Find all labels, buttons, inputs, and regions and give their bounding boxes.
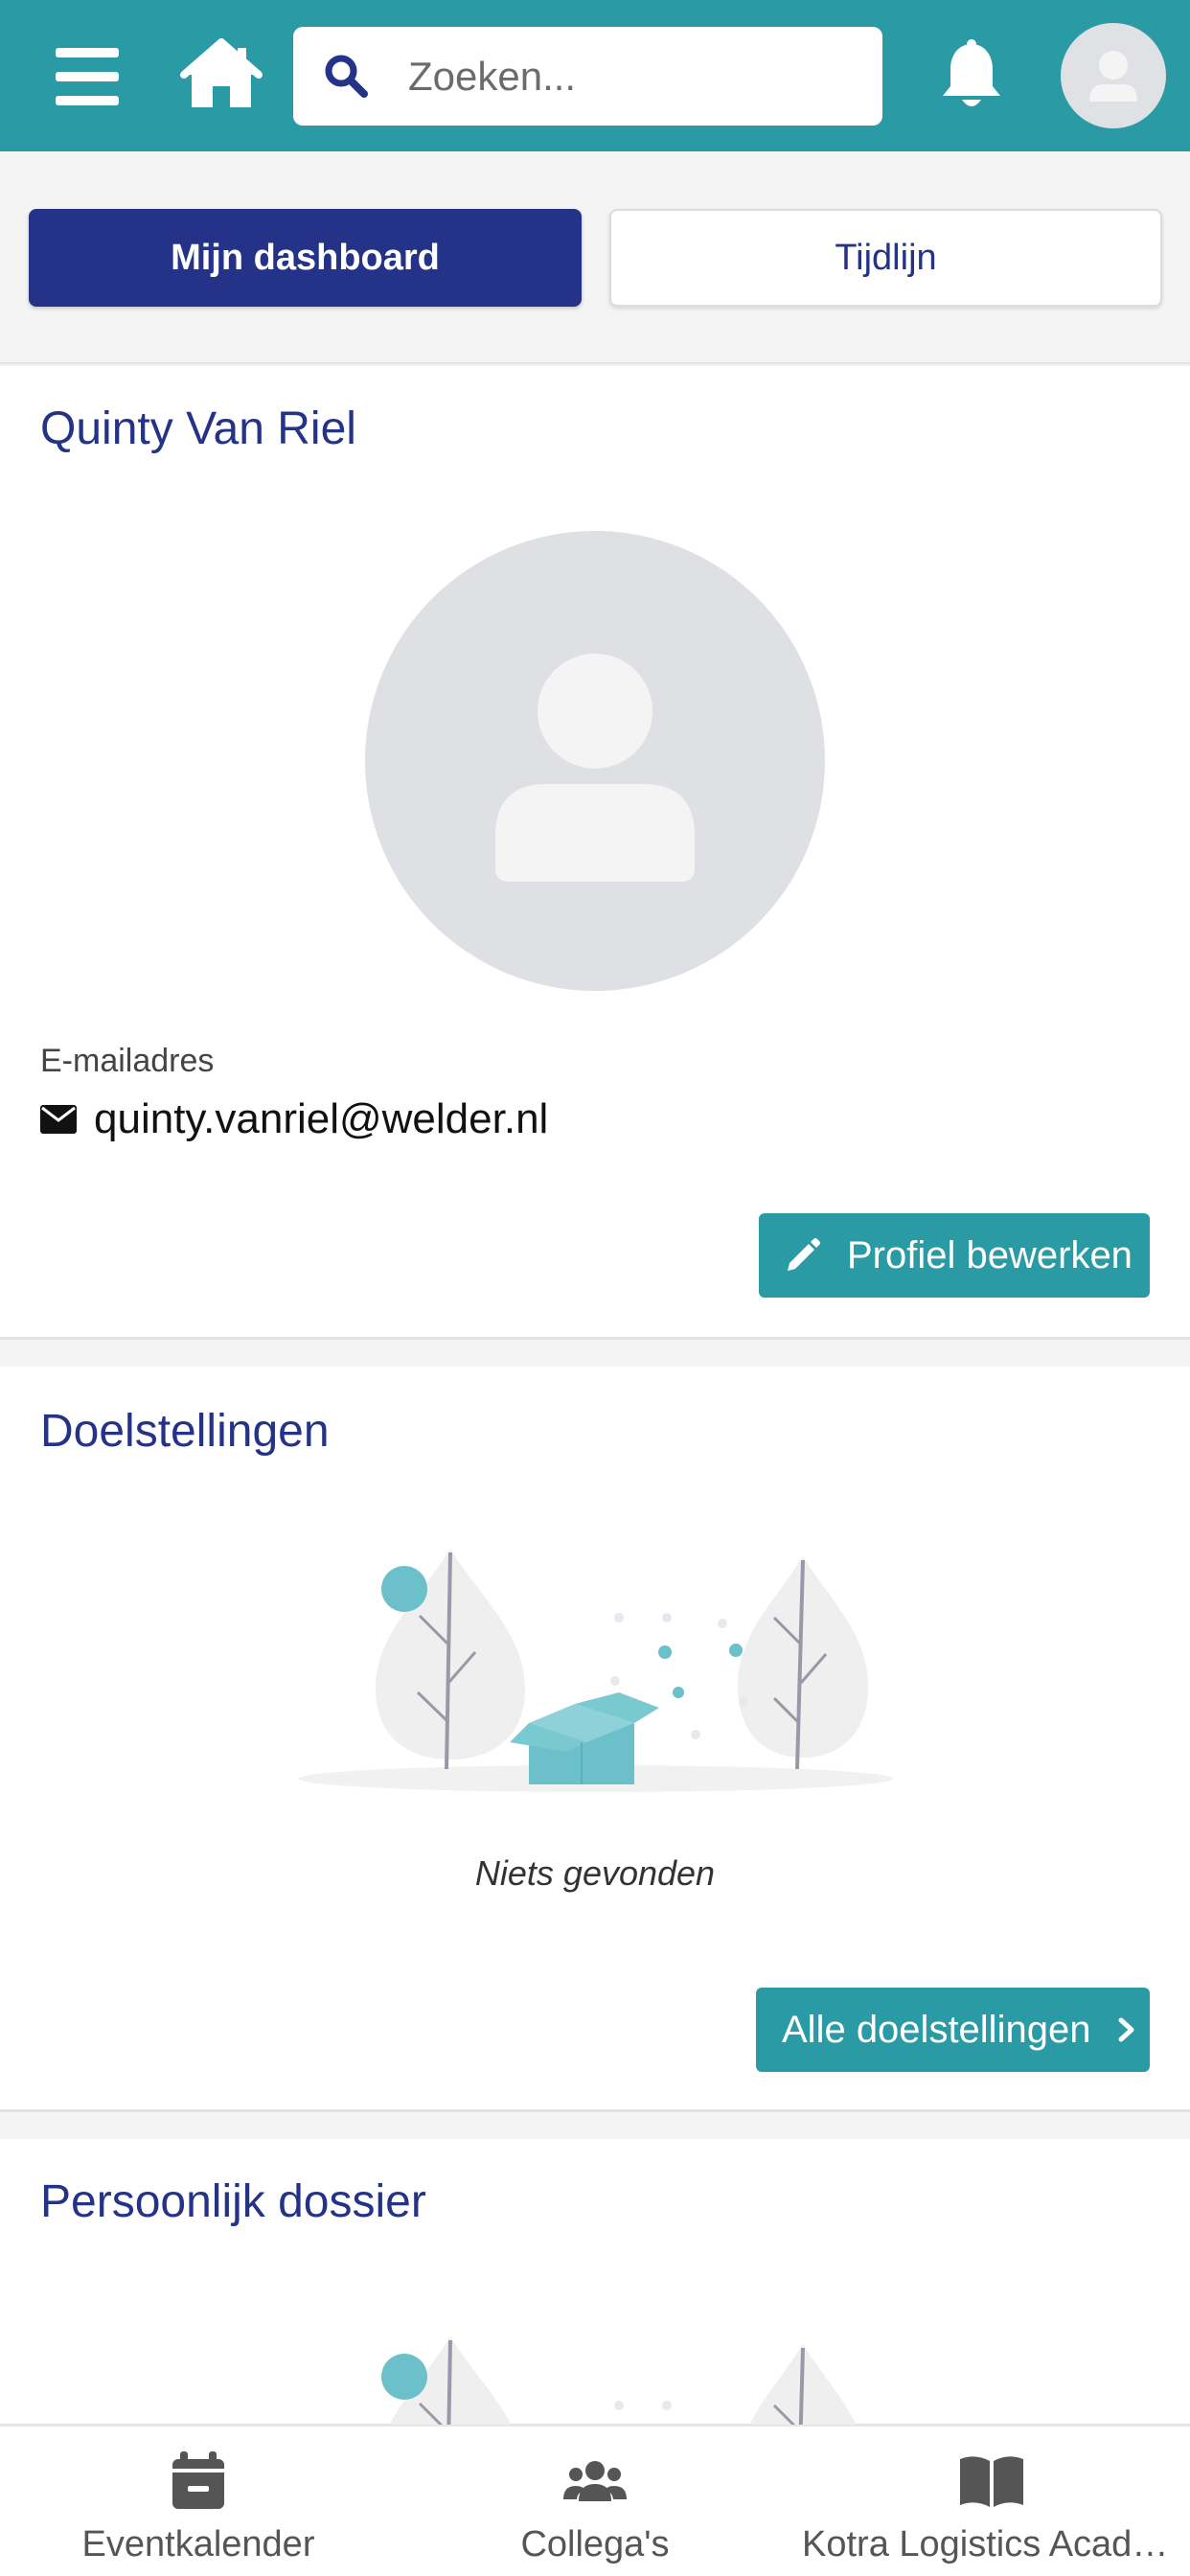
nav-academy[interactable]: Kotra Logistics Academy [793,2426,1190,2576]
top-bar [0,0,1190,151]
pencil-icon [788,1238,820,1271]
tab-tijdlijn[interactable]: Tijdlijn [609,209,1162,307]
nav-collegas[interactable]: Collega's [397,2426,793,2576]
edit-profile-label: Profiel bewerken [847,1233,1133,1276]
nav-label: Collega's [520,2524,670,2564]
nav-label: Eventkalender [81,2524,315,2564]
user-placeholder-icon [495,654,695,882]
all-goals-label: Alle doelstellingen [782,2008,1091,2051]
dossier-card: Persoonlijk dossier [0,2139,1190,2558]
profile-avatar [365,531,825,991]
home-icon[interactable] [180,38,263,111]
dossier-title: Persoonlijk dossier [40,2176,426,2227]
user-avatar[interactable] [1061,23,1166,128]
profile-name: Quinty Van Riel [40,403,356,454]
edit-profile-button[interactable]: Profiel bewerken [759,1213,1150,1298]
all-goals-button[interactable]: Alle doelstellingen [756,1988,1150,2072]
email-row: quinty.vanriel@welder.nl [40,1091,548,1148]
empty-state-illustration [299,1549,893,1792]
search-icon [325,55,368,98]
dashboard-tabs: Mijn dashboard Tijdlijn [0,151,1190,364]
search-input[interactable] [408,27,868,126]
nav-label: Kotra Logistics Academy [802,2524,1181,2564]
search-box[interactable] [293,27,882,126]
chevron-right-icon [1118,2017,1134,2042]
user-icon [1089,51,1137,102]
goals-card: Doelstellingen Niets gevonden Alle doels… [0,1367,1190,2112]
book-icon [960,2456,1023,2507]
goals-empty-text: Niets gevonden [474,1853,716,1893]
bell-icon[interactable] [937,38,1006,115]
profile-card: Quinty Van Riel E-mailadres quinty.vanri… [0,366,1190,1340]
calendar-icon [172,2451,224,2509]
email-label: E-mailadres [40,1043,215,1079]
tab-mijn-dashboard[interactable]: Mijn dashboard [29,209,582,307]
email-value[interactable]: quinty.vanriel@welder.nl [94,1095,548,1143]
goals-title: Doelstellingen [40,1406,330,1457]
users-icon [563,2461,627,2501]
nav-eventkalender[interactable]: Eventkalender [0,2426,397,2576]
menu-icon[interactable] [56,48,119,105]
bottom-navigation: Eventkalender Collega's Kotra Logistics … [0,2425,1190,2576]
envelope-icon [40,1105,77,1134]
